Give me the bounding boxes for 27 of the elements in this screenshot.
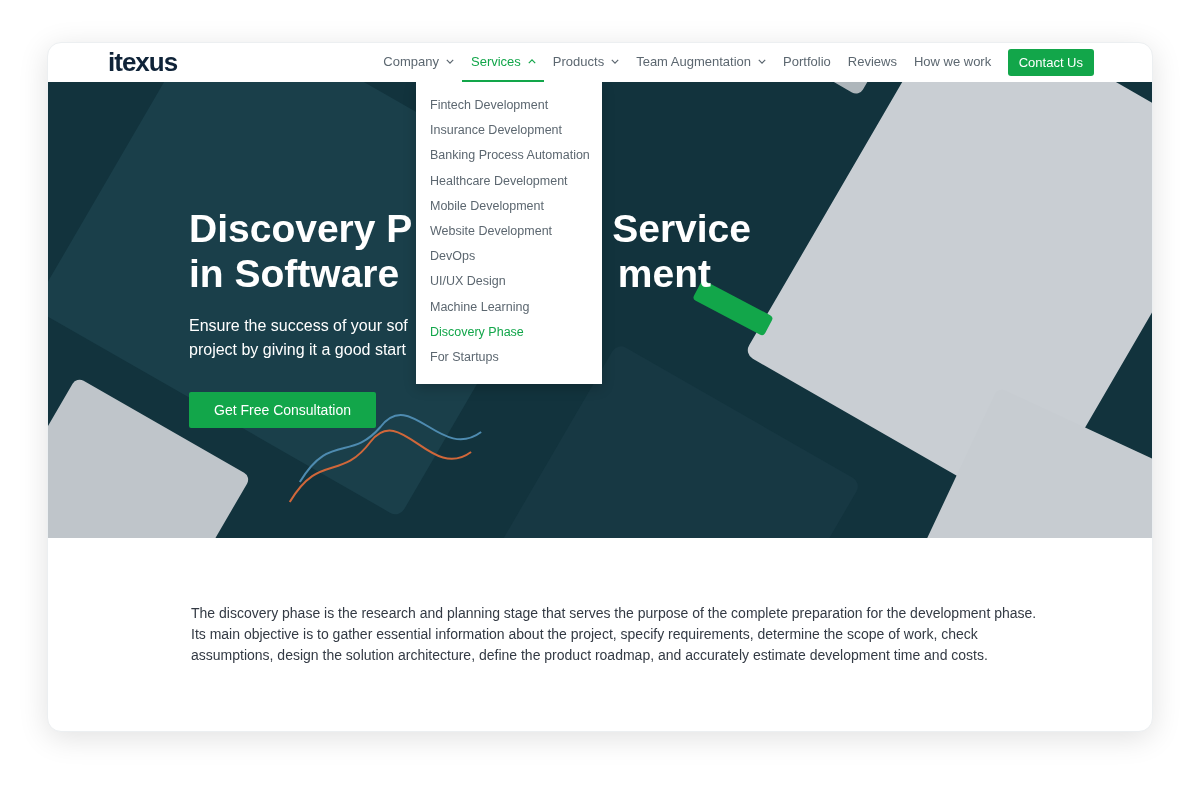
menu-item[interactable]: Banking Process Automation — [416, 143, 602, 169]
hero-title-text: in Software — [189, 251, 400, 296]
menu-item[interactable]: Discovery Phase — [416, 319, 602, 346]
nav-link[interactable]: Team Augmentation — [627, 43, 775, 82]
nav-link[interactable]: Company — [374, 43, 463, 82]
hero-title-text: Service — [612, 206, 751, 251]
menu-item[interactable]: For Startups — [416, 345, 602, 371]
menu-item[interactable]: Healthcare Development — [416, 168, 602, 194]
menu-item[interactable]: Machine Learning — [416, 294, 602, 320]
menu-item[interactable]: Fintech Development — [416, 93, 602, 119]
hero-subtitle-text: Ensure the success of your sof — [189, 316, 408, 336]
menu-item[interactable]: Website Development — [416, 219, 602, 245]
menu-item[interactable]: UI/UX Design — [416, 269, 602, 295]
nav-link[interactable]: Products — [544, 43, 628, 82]
menu-item[interactable]: Mobile Development — [416, 193, 602, 219]
hero-title-text: ment — [617, 251, 711, 296]
intro-paragraph: The discovery phase is the research and planning stage that serves the purpose of the complete preparation for the development phase. Its main objective is to gather essential information about the project, specify requirements, determine the scope of work, check assumptions, design the solution architecture, define the product roadmap, and accurately estimate development time and costs. — [191, 604, 1038, 665]
nav-link[interactable]: How we work — [905, 43, 1000, 82]
nav-link[interactable]: Portfolio — [774, 43, 840, 82]
hero-subtitle-text: project by giving it a good start — [189, 340, 406, 360]
logo[interactable]: itexus — [108, 47, 178, 78]
menu-item[interactable]: Insurance Development — [416, 118, 602, 144]
nav-link[interactable]: Reviews — [839, 43, 906, 82]
menu-item[interactable]: DevOps — [416, 244, 602, 270]
consultation-button[interactable]: Get Free Consultation — [189, 392, 376, 428]
hero-title-text: Discovery P — [189, 206, 413, 251]
contact-button[interactable]: Contact Us — [1007, 49, 1094, 76]
